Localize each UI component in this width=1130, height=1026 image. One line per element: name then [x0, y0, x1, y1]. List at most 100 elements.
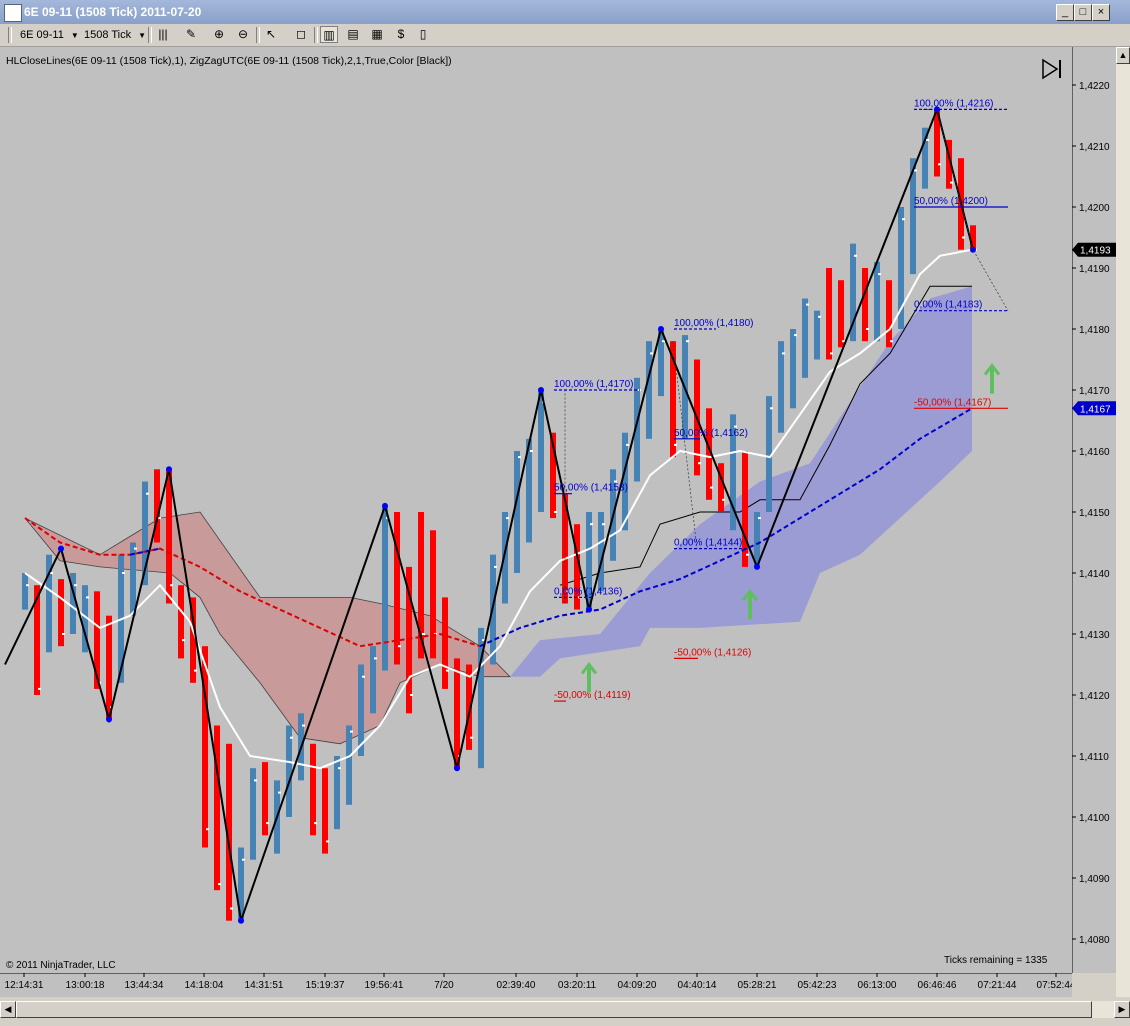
vertical-scrollbar[interactable]: ▲ [1116, 47, 1130, 997]
pencil-icon[interactable]: ✎ [182, 26, 200, 43]
close-tick [254, 779, 257, 782]
close-tick [302, 724, 305, 727]
close-tick [926, 138, 929, 141]
close-tick [230, 907, 233, 910]
candle-bar [814, 310, 821, 360]
bar-body [802, 298, 808, 378]
interval-selector[interactable]: 1508 Tick ▼ [84, 27, 146, 43]
current-price-label: 1,4193 [1080, 246, 1111, 257]
candle-bar [382, 505, 389, 671]
fib-label: 50,00% (1,4153) [554, 483, 628, 494]
candle-bar [322, 768, 329, 854]
close-tick [398, 645, 401, 648]
close-tick [470, 736, 473, 739]
indicators-icon[interactable]: ▥ [320, 26, 338, 43]
price-chart[interactable]: 100,00% (1,4216) 50,00% (1,4200) 0,00% (1,… [0, 47, 1072, 973]
bar-body [814, 310, 820, 360]
close-tick [770, 407, 773, 410]
price-axis[interactable]: 1,4220 1,4210 1,4200 1,4190 1,4180 1,4170 1,41… [1071, 47, 1116, 973]
time-label: 06:13:00 [858, 980, 897, 991]
data-box-icon[interactable]: ◻ [292, 26, 310, 43]
zigzag-point [382, 502, 388, 509]
scroll-right-icon[interactable]: ▶ [1114, 1001, 1130, 1018]
close-tick [278, 791, 281, 794]
scroll-up-icon[interactable]: ▲ [1116, 47, 1130, 64]
chart-panel[interactable]: 100,00% (1,4216) 50,00% (1,4200) 0,00% (1,… [0, 47, 1072, 973]
zoom-in-icon[interactable]: ⊕ [210, 26, 228, 43]
candle-bar [334, 756, 341, 830]
close-tick [266, 822, 269, 825]
close-tick [38, 687, 41, 690]
bar-body [778, 341, 784, 433]
candle-bar [838, 280, 845, 348]
bar-type-button[interactable]: ||| [154, 26, 172, 43]
candle-bar [490, 554, 497, 665]
close-button[interactable]: × [1092, 4, 1110, 21]
close-tick [62, 633, 65, 635]
cursor-icon[interactable]: ↖ [262, 26, 280, 43]
bar-body [826, 268, 832, 360]
bar-body [310, 743, 316, 836]
zoom-out-icon[interactable]: ⊖ [234, 26, 252, 43]
minimize-button[interactable]: _ [1056, 4, 1074, 21]
toolbar-grip [8, 27, 12, 43]
price-label: 1,4130 [1079, 630, 1110, 641]
maximize-button[interactable]: □ [1074, 4, 1092, 21]
candle-bar [94, 591, 101, 689]
horizontal-scrollbar[interactable]: ◀ ▶ [0, 997, 1130, 1026]
close-tick [590, 523, 593, 526]
price-label: 1,4110 [1079, 752, 1109, 763]
fib-label: 100,00% (1,4180) [674, 318, 754, 329]
bar-body [382, 505, 388, 671]
candle-bar [430, 530, 437, 659]
bar-body [454, 658, 460, 769]
close-tick [146, 492, 149, 495]
go-to-end-icon[interactable] [1040, 58, 1064, 80]
close-tick [758, 517, 761, 520]
instrument-value: 6E 09-11 [20, 29, 64, 41]
order-icon[interactable]: $ [392, 26, 410, 43]
chart-trader-icon[interactable]: ▯ [414, 26, 432, 43]
close-tick [554, 511, 557, 513]
close-tick [134, 547, 137, 550]
price-label: 1,4100 [1079, 813, 1110, 824]
toolbar-separator [148, 27, 152, 43]
strategies-icon[interactable]: ▤ [344, 26, 362, 43]
bar-body [106, 615, 112, 720]
close-tick [650, 352, 653, 355]
candle-bar [874, 261, 881, 342]
fib-label: 100,00% (1,4216) [914, 98, 994, 109]
window-title: 6E 09-11 (1508 Tick) 2011-07-20 [24, 5, 202, 19]
close-tick [218, 883, 221, 886]
close-tick [338, 767, 341, 770]
bar-body [286, 725, 292, 817]
candle-bar [262, 762, 269, 836]
instrument-selector[interactable]: 6E 09-11 ▼ [20, 27, 79, 43]
scroll-left-icon[interactable]: ◀ [0, 1001, 16, 1018]
close-tick [362, 675, 365, 678]
candle-bar [802, 298, 809, 378]
price-label: 1,4140 [1079, 569, 1110, 580]
price-label: 1,4170 [1079, 386, 1110, 397]
time-label: 07:21:44 [978, 980, 1017, 991]
chart-properties-icon[interactable]: ▦ [368, 26, 386, 43]
ticks-remaining: Ticks remaining = 1335 [944, 955, 1048, 966]
time-label: 13:00:18 [66, 980, 105, 991]
candle-bar [682, 335, 689, 439]
bar-body [886, 280, 892, 348]
time-label: 05:42:23 [798, 980, 837, 991]
close-tick [710, 486, 713, 489]
time-label: 04:09:20 [618, 980, 657, 991]
close-tick [374, 657, 377, 660]
time-label: 19:56:41 [365, 980, 404, 991]
candle-bar [346, 725, 353, 805]
time-axis[interactable]: 12:14:31 13:00:18 13:44:34 14:18:04 14:31:51… [0, 972, 1076, 997]
close-tick [410, 694, 413, 696]
time-label: 14:31:51 [245, 980, 284, 991]
close-tick [806, 303, 809, 306]
price-label: 1,4120 [1079, 691, 1110, 702]
close-tick [938, 163, 941, 166]
chevron-down-icon: ▼ [70, 31, 79, 40]
scroll-thumb[interactable] [16, 1001, 1092, 1018]
fib-label: 0,00% (1,4144) [674, 538, 742, 549]
